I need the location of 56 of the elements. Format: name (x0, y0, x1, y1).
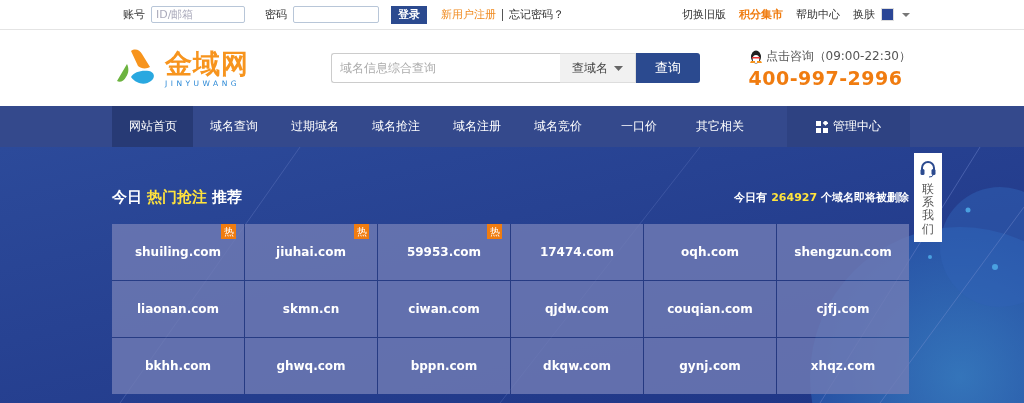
password-label: 密码 (265, 7, 287, 22)
penguin-icon[interactable] (748, 48, 763, 64)
nav-tab[interactable]: 其它相关 (679, 106, 760, 147)
domain-cell[interactable]: gynj.com (644, 338, 776, 394)
deletion-count-text: 今日有 264927 个域名即将被删除 (734, 189, 909, 205)
login-button[interactable]: 登录 (391, 5, 427, 24)
consult-link[interactable]: 点击咨询（09:00-22:30） (765, 47, 911, 65)
domain-cell[interactable]: 热 jiuhai.com (245, 224, 377, 280)
top-link[interactable]: 切换旧版 (682, 7, 726, 22)
domain-cell[interactable]: liaonan.com (112, 281, 244, 337)
domain-cell[interactable]: ghwq.com (245, 338, 377, 394)
hot-badge: 热 (354, 224, 369, 239)
search-type-dropdown[interactable]: 查域名 (560, 53, 636, 83)
domain-cell[interactable]: cjfj.com (777, 281, 909, 337)
domain-cell[interactable]: xhqz.com (777, 338, 909, 394)
hot-badge: 热 (221, 224, 236, 239)
top-link[interactable]: 帮助中心 (796, 7, 840, 22)
hot-badge: 热 (487, 224, 502, 239)
nav-tab[interactable]: 一口价 (598, 106, 679, 147)
domain-cell[interactable]: skmn.cn (245, 281, 377, 337)
logo-name: 金域网 (165, 48, 249, 79)
password-field[interactable] (293, 6, 379, 23)
dashboard-icon (816, 120, 828, 133)
headset-icon (920, 160, 936, 178)
phone-number: 400-997-2996 (748, 66, 904, 89)
domain-cell[interactable]: qjdw.com (511, 281, 643, 337)
nav-tab[interactable]: 过期域名 (274, 106, 355, 147)
domain-cell[interactable]: dkqw.com (511, 338, 643, 394)
nav-tab[interactable]: 域名查询 (193, 106, 274, 147)
domain-cell[interactable]: shengzun.com (777, 224, 909, 280)
domain-cell[interactable]: 热 shuiling.com (112, 224, 244, 280)
nav-tab[interactable]: 管理中心 (787, 106, 910, 147)
nav-tab[interactable]: 域名抢注 (355, 106, 436, 147)
nav-tab[interactable]: 域名注册 (436, 106, 517, 147)
account-field[interactable]: ID/邮箱 (151, 6, 245, 23)
section-title: 今日 热门抢注 推荐 (112, 187, 243, 207)
skin-link[interactable]: 换肤 (853, 7, 875, 22)
nav-tab[interactable]: 网站首页 (112, 106, 193, 147)
caret-icon (614, 65, 623, 71)
domain-cell[interactable]: 17474.com (511, 224, 643, 280)
domain-cell[interactable]: 热 59953.com (378, 224, 510, 280)
nav-tab[interactable]: 域名竞价 (517, 106, 598, 147)
account-label: 账号 (123, 7, 145, 22)
domain-cell[interactable]: ciwan.com (378, 281, 510, 337)
top-link[interactable]: 积分集市 (739, 7, 783, 22)
search-button[interactable]: 查询 (636, 53, 700, 83)
domain-cell[interactable]: oqh.com (644, 224, 776, 280)
forgot-password-link[interactable]: 忘记密码？ (509, 7, 564, 22)
skin-swatch-icon[interactable] (881, 8, 894, 21)
register-link[interactable]: 新用户注册 (441, 7, 496, 22)
search-field[interactable]: 域名信息综合查询 (331, 53, 560, 83)
contact-us-tab[interactable]: 联系我们 (914, 153, 942, 242)
domain-cell[interactable]: bppn.com (378, 338, 510, 394)
domain-cell[interactable]: couqian.com (644, 281, 776, 337)
caret-icon[interactable] (901, 11, 911, 18)
domain-cell[interactable]: bkhh.com (112, 338, 244, 394)
